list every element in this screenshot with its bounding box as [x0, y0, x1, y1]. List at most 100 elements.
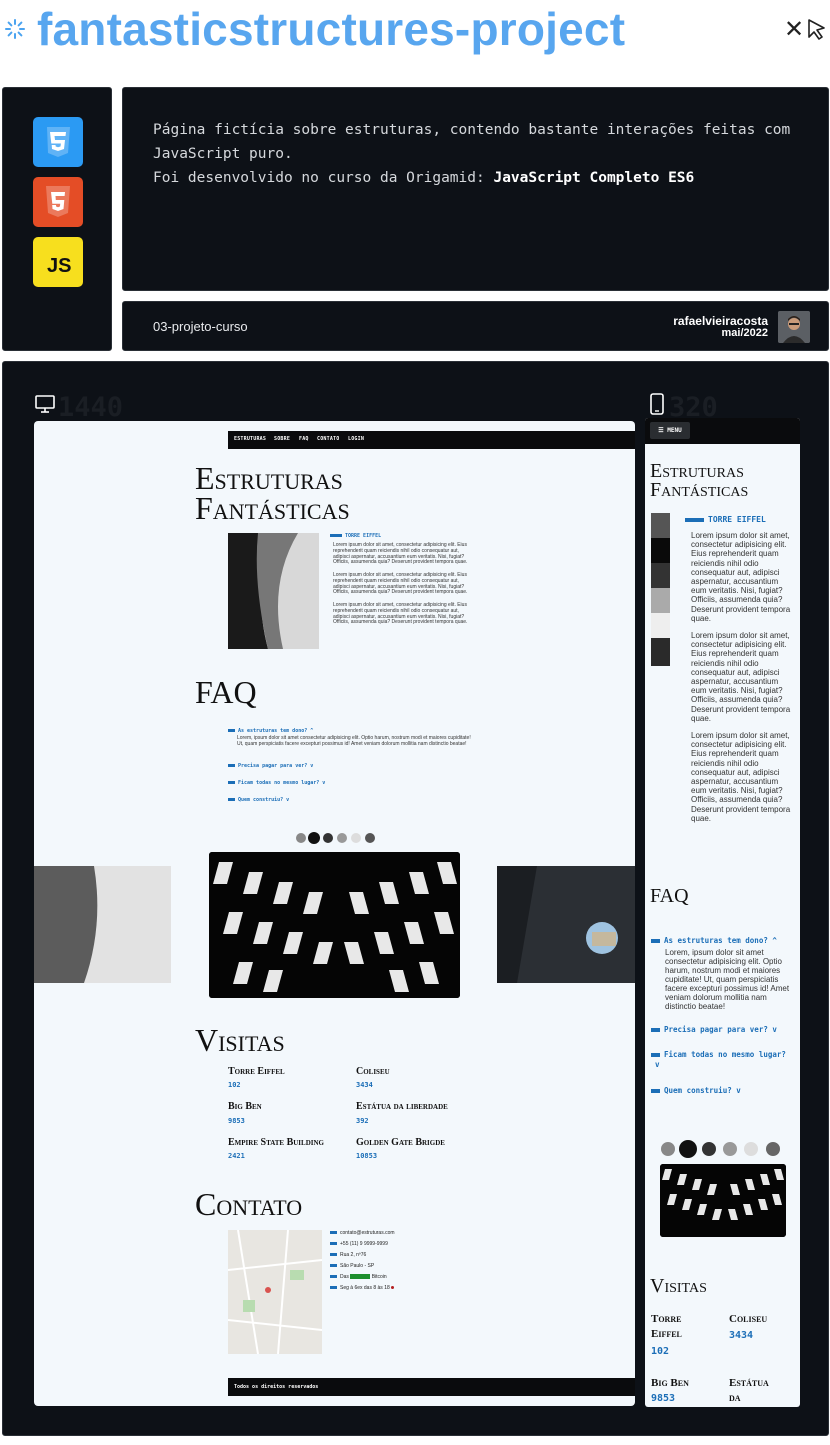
visit-name: Empire State Building [228, 1137, 324, 1148]
nav-item[interactable]: CONTATO [317, 436, 339, 442]
visit-name: Estátua da liberdade [356, 1101, 448, 1112]
preview-card: 1440 320 ESTRUTURAS SOBRE FAQ CONTATO LO… [2, 361, 829, 1436]
faq-title: FAQ [650, 885, 689, 907]
nav-item[interactable]: FAQ [299, 436, 309, 442]
visit-count: 10853 [356, 1152, 378, 1160]
visitas-title: Visitas [195, 1022, 285, 1058]
close-icon[interactable]: ✕ [784, 18, 804, 42]
faq-question[interactable]: Ficam todas no mesmo lugar? v [228, 780, 325, 786]
structure-image [228, 533, 319, 649]
slide-thumb[interactable] [308, 832, 320, 844]
contact-item: Rua 2, nº76 [330, 1252, 366, 1258]
folder-name: 03-projeto-curso [153, 319, 248, 334]
javascript-icon: JS [33, 237, 83, 287]
desktop-width-label: 1440 [58, 392, 124, 423]
mobile-nav: ☰ MENU [645, 418, 800, 444]
slide-thumb[interactable] [351, 833, 361, 843]
paragraph: Lorem ipsum dolor sit amet, consectetur … [333, 602, 468, 626]
contato-title: Contato [195, 1186, 303, 1222]
desktop-preview[interactable]: ESTRUTURAS SOBRE FAQ CONTATO LOGIN Estru… [34, 421, 635, 1406]
meta-card: 03-projeto-curso rafaelvieiracosta mai/2… [122, 301, 829, 351]
paragraph: Lorem ipsum dolor sit amet, consectetur … [333, 542, 468, 566]
faq-answer: Lorem, ipsum dolor sit amet consectetur … [665, 948, 790, 1011]
paragraph: Lorem ipsum dolor sit amet, consectetur … [333, 572, 468, 596]
faq-question[interactable]: Precisa pagar para ver? v [651, 1025, 777, 1034]
paragraph: Lorem ipsum dolor sit amet, consectetur … [691, 631, 791, 723]
visit-name: Big Ben [228, 1101, 262, 1112]
slide-thumb[interactable] [337, 833, 347, 843]
slide-image [497, 866, 635, 983]
contact-item: +55 (11) 9 9999-9999 [330, 1241, 388, 1247]
nav-item[interactable]: LOGIN [348, 436, 364, 442]
paragraph: Lorem ipsum dolor sit amet, consectetur … [691, 731, 791, 823]
faq-question[interactable]: Quem construiu? v [228, 797, 289, 803]
faq-question[interactable]: Precisa pagar para ver? v [228, 763, 313, 769]
css3-icon [33, 117, 83, 167]
visit-count: 3434 [356, 1081, 373, 1089]
author-name[interactable]: rafaelvieiracosta [673, 314, 768, 328]
avatar[interactable] [778, 311, 810, 343]
pointer-icon[interactable] [806, 18, 828, 40]
publish-date: mai/2022 [721, 327, 768, 339]
nav-item[interactable]: SOBRE [274, 436, 290, 442]
visit-count: 2421 [228, 1152, 245, 1160]
visit-name: Big Ben [651, 1377, 689, 1389]
menu-button[interactable]: ☰ MENU [650, 422, 690, 439]
faq-question[interactable]: Ficam todas no mesmo lugar? [651, 1050, 786, 1059]
desktop-icon[interactable] [34, 393, 56, 420]
slide-image [34, 866, 171, 983]
thumbnail-strip[interactable] [651, 513, 670, 666]
desktop-nav: ESTRUTURAS SOBRE FAQ CONTATO LOGIN [228, 431, 635, 449]
nav-item[interactable]: ESTRUTURAS [234, 436, 266, 442]
description-text: Página fictícia sobre estruturas, conten… [153, 122, 791, 186]
footer: Todos os direitos reservados [228, 1378, 635, 1396]
paragraph: Lorem ipsum dolor sit amet, consectetur … [691, 531, 791, 623]
contact-item: São Paulo - SP [330, 1263, 374, 1269]
slide-thumb[interactable] [744, 1142, 758, 1156]
section-title: TORRE EIFFEL [685, 515, 766, 524]
visit-name: da [729, 1392, 741, 1404]
hero-title-line2: Fantásticas [650, 479, 749, 501]
title-bar: fantasticstructures-project ✕ [0, 0, 830, 60]
visit-count: 102 [228, 1081, 241, 1089]
slide-image-active[interactable] [209, 852, 460, 998]
section-title: TORRE EIFFEL [330, 533, 381, 539]
faq-title: FAQ [195, 674, 257, 710]
slide-thumb[interactable] [296, 833, 306, 843]
visit-count: 3434 [729, 1330, 754, 1341]
mobile-preview[interactable]: ☰ MENU Estruturas Fantásticas TORRE EIFF… [645, 418, 800, 1407]
visit-name: Torre Eiffel [228, 1066, 285, 1077]
visit-name: Estátua [729, 1377, 769, 1389]
slide-thumb[interactable] [661, 1142, 675, 1156]
mobile-icon[interactable] [647, 393, 667, 420]
visit-name: Coliseu [729, 1313, 768, 1325]
loading-icon [4, 18, 26, 40]
visit-name: Eiffel [651, 1328, 682, 1340]
visit-count: 102 [651, 1346, 670, 1357]
slide-thumb[interactable] [702, 1142, 716, 1156]
chevron-down-icon[interactable]: v [655, 1060, 660, 1069]
map[interactable] [227, 1229, 323, 1355]
visit-name: Coliseu [356, 1066, 390, 1077]
slide-thumb[interactable] [723, 1142, 737, 1156]
slide-thumb[interactable] [766, 1142, 780, 1156]
faq-question[interactable]: As estruturas tem dono? ^ [228, 728, 313, 734]
visit-name: Golden Gate Brigde [356, 1137, 445, 1148]
description-card: Página fictícia sobre estruturas, conten… [122, 87, 829, 291]
hero-title-line2: Fantásticas [195, 490, 350, 526]
html5-icon [33, 177, 83, 227]
slide-image-active[interactable] [660, 1164, 786, 1237]
faq-question[interactable]: As estruturas tem dono? ^ [651, 936, 777, 945]
visit-count: 9853 [651, 1393, 676, 1404]
slide-thumb[interactable] [365, 833, 375, 843]
faq-answer: Lorem, ipsum dolor sit amet consectetur … [237, 735, 471, 747]
slide-thumb[interactable] [679, 1140, 697, 1158]
visitas-title: Visitas [650, 1275, 707, 1297]
page-title: fantasticstructures-project [37, 3, 626, 55]
visit-name: Torre [651, 1313, 682, 1325]
faq-question[interactable]: Quem construiu? v [651, 1086, 741, 1095]
contact-item: Das Bitcoin [330, 1274, 387, 1280]
visit-count: 392 [356, 1117, 369, 1125]
contact-item: Seg à 6ex das 8 às 18 [330, 1285, 395, 1291]
slide-thumb[interactable] [323, 833, 333, 843]
